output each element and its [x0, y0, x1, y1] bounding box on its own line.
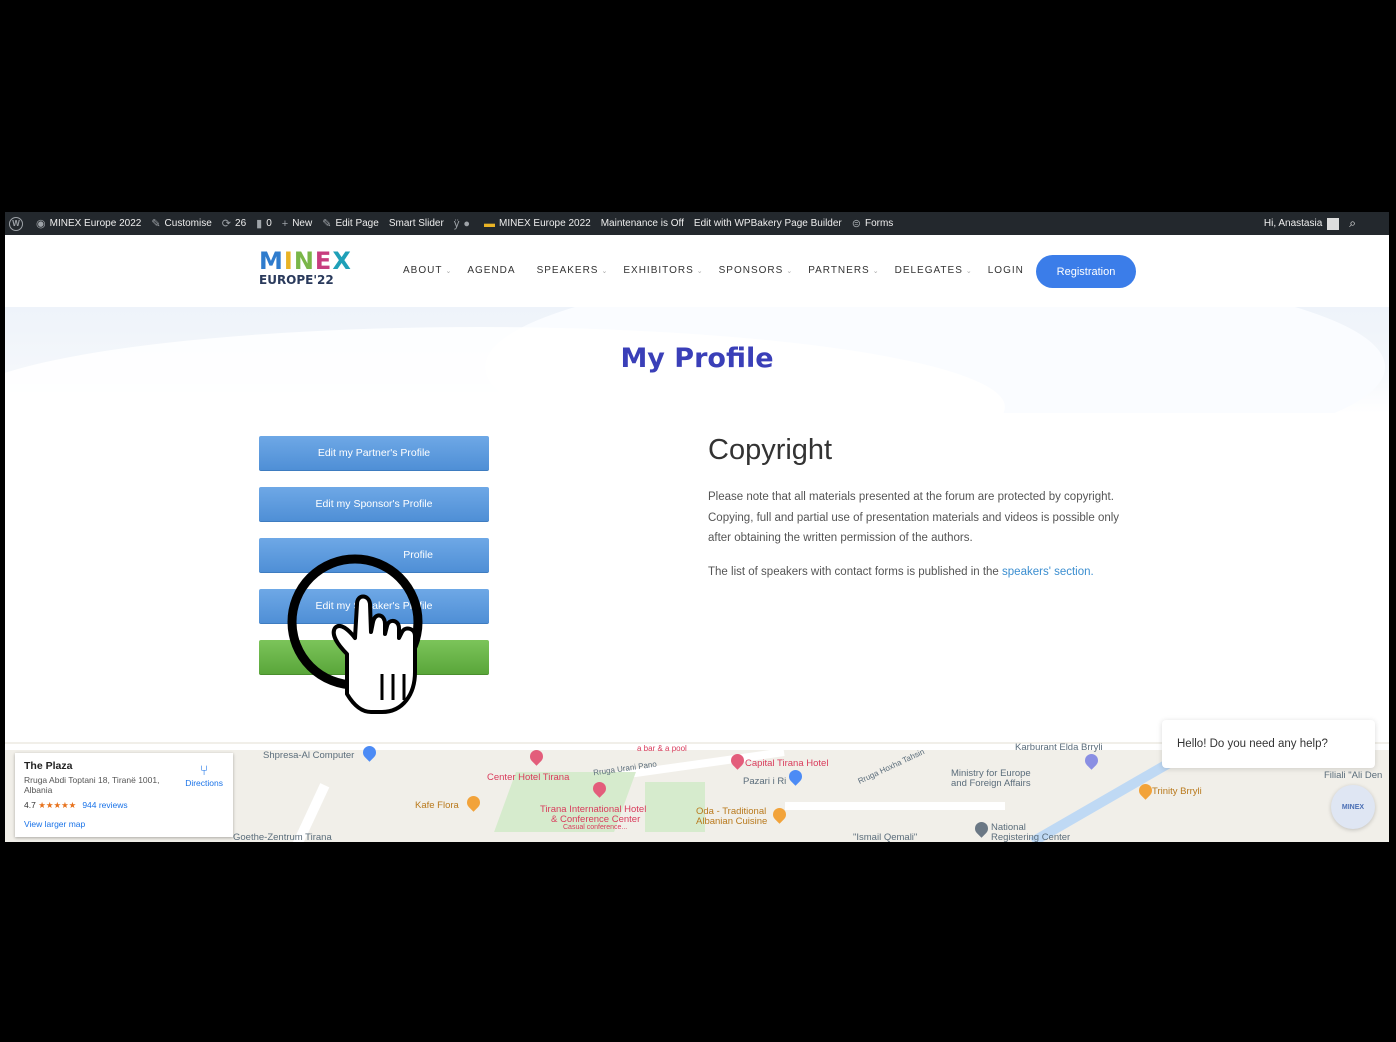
chevron-down-icon: ⌄	[786, 268, 794, 275]
admin-account[interactable]: Hi, Anastasia	[1259, 217, 1344, 230]
nav-delegates[interactable]: DELEGATES ⌄	[895, 265, 980, 276]
nav-speakers[interactable]: SPEAKERS ⌄	[537, 265, 616, 276]
browser-viewport: W ◉ MINEX Europe 2022 ✎ Customise ⟳ 26 ▮ 0 +…	[5, 212, 1389, 842]
edit-sponsor-profile-button[interactable]: Edit my Sponsor's Profile	[259, 487, 489, 522]
wp-admin-bar: W ◉ MINEX Europe 2022 ✎ Customise ⟳ 26 ▮ 0 +…	[5, 212, 1389, 235]
forms-icon: ⊜	[851, 218, 861, 230]
nav-agenda[interactable]: AGENDA	[467, 265, 522, 276]
map-label: Registering Center	[991, 832, 1071, 842]
rating-stars-icon: ★★★★★	[38, 800, 77, 810]
map-place-card: The Plaza Rruga Abdi Toptani 18, Tiranë …	[15, 753, 233, 837]
map-label: Capital Tirana Hotel	[745, 758, 829, 769]
map-pin-icon[interactable]	[464, 793, 483, 812]
nav-login[interactable]: LOGIN	[988, 265, 1031, 276]
map-label: Filiali "Ali Den	[1324, 770, 1383, 781]
map-pin-icon[interactable]	[786, 767, 805, 786]
plus-icon: +	[281, 217, 289, 230]
copyright-section: Copyright Please note that all materials…	[708, 434, 1138, 595]
chevron-down-icon: ⌄	[872, 268, 880, 275]
map-label: "Ismail Qemali"	[853, 832, 918, 842]
map-label: Albanian Cuisine	[696, 816, 768, 827]
nav-exhibitors[interactable]: EXHIBITORS ⌄	[623, 265, 710, 276]
user-avatar	[1327, 217, 1340, 230]
chat-widget-avatar[interactable]: MINEX	[1331, 785, 1375, 829]
nav-sponsors[interactable]: SPONSORS ⌄	[719, 265, 801, 276]
chevron-down-icon: ⌄	[601, 268, 609, 275]
map-label: Goethe-Zentrum Tirana	[233, 832, 332, 842]
admin-wpbakery[interactable]: Edit with WPBakery Page Builder	[689, 218, 847, 229]
registration-button[interactable]: Registration	[1036, 255, 1136, 288]
map-pin-icon[interactable]	[527, 747, 546, 766]
admin-site-name[interactable]: ◉ MINEX Europe 2022	[31, 217, 146, 230]
dashboard-icon: ◉	[36, 218, 46, 230]
chevron-down-icon: ⌄	[445, 268, 453, 275]
map-label: Shpresa-Al Computer	[263, 750, 355, 761]
main-nav: ABOUT ⌄ AGENDA SPEAKERS ⌄ EXHIBITORS ⌄ SPON…	[403, 265, 1039, 276]
admin-maintenance[interactable]: Maintenance is Off	[596, 218, 689, 229]
speakers-paragraph: The list of speakers with contact forms …	[708, 565, 1094, 578]
edit-partner-profile-button[interactable]: Edit my Partner's Profile	[259, 436, 489, 471]
map-label: Rruga Hoxha Tahsin	[856, 747, 926, 786]
admin-search-icon[interactable]: ⌕	[1344, 216, 1361, 231]
map-label: Pazari i Ri	[743, 776, 787, 787]
map-pin-icon[interactable]	[1082, 751, 1101, 770]
admin-forms[interactable]: ⊜ Forms	[847, 217, 899, 230]
yoast-icon: ÿ	[453, 217, 460, 230]
click-cursor-icon	[287, 554, 423, 714]
chevron-down-icon: ⌄	[696, 268, 704, 275]
admin-smart-slider[interactable]: Smart Slider	[384, 218, 449, 229]
map-pin-icon[interactable]	[972, 819, 991, 838]
map-label: Center Hotel Tirana	[487, 772, 570, 783]
directions-button[interactable]: ⑂ Directions	[185, 762, 223, 788]
speakers-section-link[interactable]: speakers' section.	[1002, 566, 1094, 578]
map-road	[785, 802, 1005, 810]
admin-site-name-2[interactable]: ▬ MINEX Europe 2022	[479, 218, 596, 230]
page-hero: My Profile	[5, 307, 1389, 413]
chat-greeting-bubble[interactable]: Hello! Do you need any help?	[1162, 720, 1375, 768]
wordpress-logo-icon[interactable]: W	[9, 216, 23, 231]
copyright-heading: Copyright	[708, 434, 833, 466]
admin-edit-page[interactable]: ✎ Edit Page	[317, 217, 384, 230]
admin-yoast[interactable]: ÿ ●	[449, 218, 479, 230]
chevron-down-icon: ⌄	[965, 268, 973, 275]
nav-partners[interactable]: PARTNERS ⌄	[808, 265, 886, 276]
map-label: Casual conference...	[563, 824, 628, 831]
directions-icon: ⑂	[199, 762, 209, 778]
admin-new[interactable]: + New	[277, 218, 317, 230]
status-dot-icon: ●	[463, 217, 470, 230]
map-label: a bar & a pool	[637, 744, 687, 753]
place-rating: 4.7 ★★★★★ 944 reviews	[24, 800, 128, 810]
view-larger-map-link[interactable]: View larger map	[24, 819, 224, 829]
comment-icon: ▮	[256, 218, 263, 230]
site-icon: ▬	[483, 217, 495, 230]
map-label: Trinity Brryli	[1152, 786, 1202, 797]
reviews-link[interactable]: 944 reviews	[82, 800, 127, 810]
admin-customise[interactable]: ✎ Customise	[146, 217, 216, 230]
admin-updates[interactable]: ⟳ 26	[217, 217, 251, 230]
minex-logo[interactable]: MINEX EUROPE'22	[259, 247, 352, 297]
pencil-icon: ✎	[322, 218, 332, 230]
nav-about[interactable]: ABOUT ⌄	[403, 265, 459, 276]
map-label: Kafe Flora	[415, 800, 459, 811]
map-label: Karburant Elda Brryli	[1015, 742, 1103, 753]
logo-wordmark: MINEX	[259, 247, 352, 275]
copyright-paragraph: Please note that all materials presented…	[708, 491, 1120, 544]
logo-subtitle: EUROPE'22	[259, 273, 334, 287]
brush-icon: ✎	[151, 218, 161, 230]
map-label: and Foreign Affairs	[951, 778, 1031, 789]
admin-comments[interactable]: ▮ 0	[251, 217, 277, 230]
place-address: Rruga Abdi Toptani 18, Tiranë 1001, Alba…	[24, 775, 160, 795]
refresh-icon: ⟳	[221, 218, 232, 230]
site-header: MINEX EUROPE'22 ABOUT ⌄ AGENDA SPEAKERS ⌄ …	[5, 235, 1389, 307]
page-title: My Profile	[620, 343, 774, 374]
